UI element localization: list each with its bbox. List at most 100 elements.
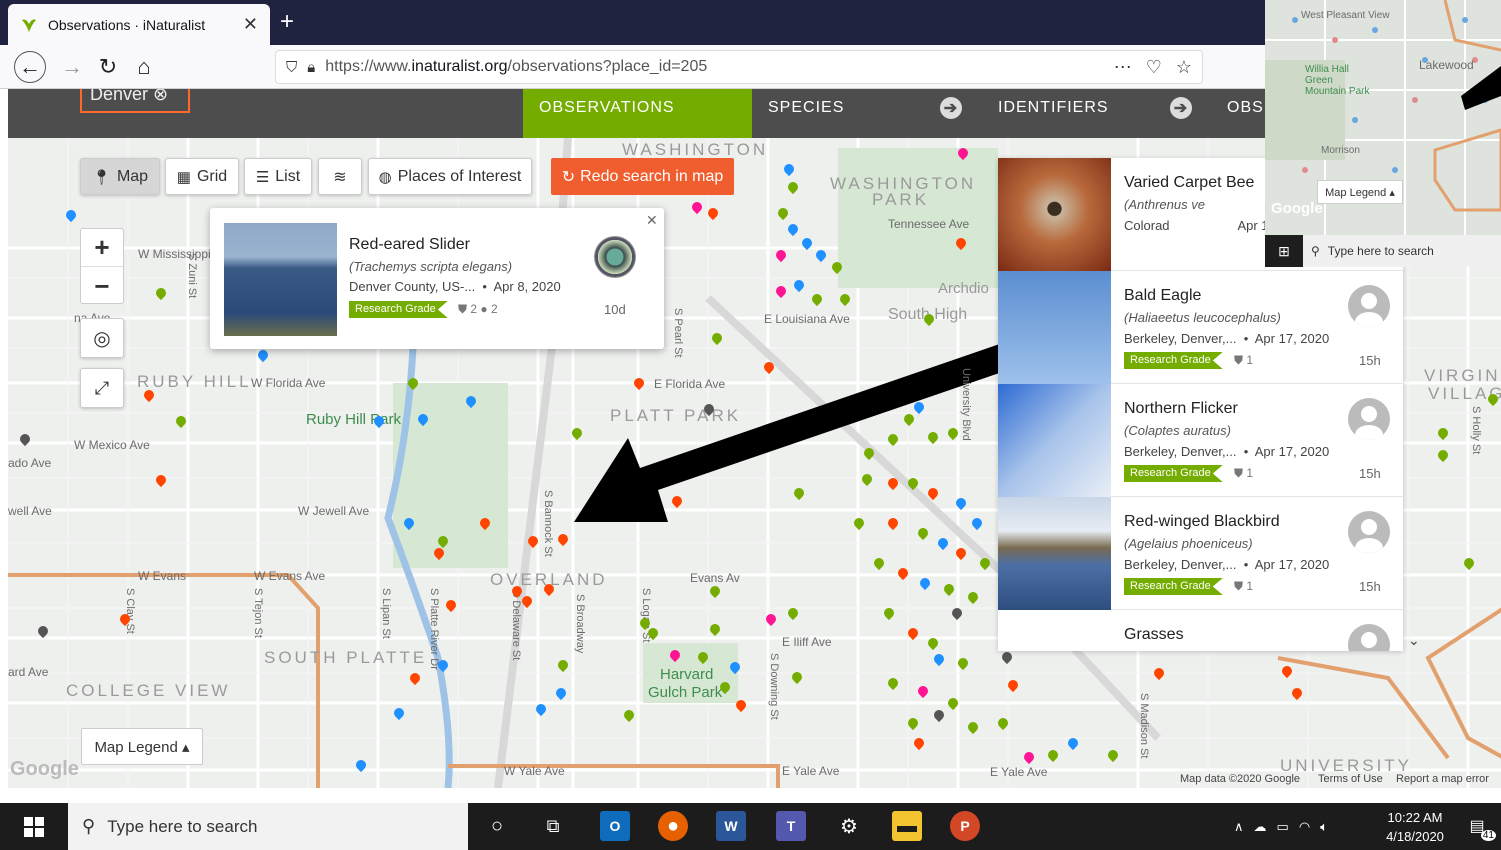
avatar[interactable] bbox=[1348, 511, 1390, 553]
locate-button[interactable]: ◎ bbox=[80, 318, 124, 358]
observation-photo[interactable] bbox=[224, 223, 337, 336]
pocket-icon[interactable]: ♡ bbox=[1146, 57, 1162, 78]
cortana-icon[interactable]: ○ bbox=[482, 811, 512, 841]
back-button[interactable]: ← bbox=[14, 51, 46, 83]
clock[interactable]: 10:22 AM 4/18/2020 bbox=[1370, 808, 1460, 846]
observation-photo[interactable] bbox=[998, 158, 1111, 271]
layers-button[interactable]: ≋ bbox=[318, 158, 362, 195]
shield-icon[interactable]: ⛉ bbox=[286, 59, 297, 76]
label-e-yale-2: E Yale Ave bbox=[990, 765, 1048, 779]
identifiers-arrow-icon[interactable]: ➔ bbox=[1170, 97, 1192, 119]
list-view-button[interactable]: ☰ List bbox=[244, 158, 312, 195]
popup-time-ago: 10d bbox=[604, 302, 626, 317]
list-item[interactable]: Northern Flicker (Colaptes auratus) Berk… bbox=[998, 384, 1403, 497]
thumb-label-west-pleasant-view: West Pleasant View bbox=[1301, 10, 1390, 21]
observation-popup[interactable]: Red-eared Slider (Trachemys scripta eleg… bbox=[210, 208, 664, 349]
label-s-tejon: S Tejon St bbox=[252, 588, 264, 638]
observation-time-ago: 15h bbox=[1359, 353, 1381, 368]
observation-name[interactable]: Varied Carpet Bee bbox=[1124, 174, 1254, 192]
observation-photo[interactable] bbox=[998, 271, 1111, 384]
list-item[interactable]: Bald Eagle (Haliaeetus leucocephalus) Be… bbox=[998, 271, 1403, 384]
reload-button[interactable]: ↻ bbox=[92, 51, 124, 83]
list-scroll-down-icon[interactable]: ⌄ bbox=[1408, 632, 1420, 649]
url-bar[interactable]: ⛉ 🔒︎ https://www. inaturalist.org/observa… bbox=[275, 50, 1203, 84]
show-hidden-icons-icon[interactable]: ∧ bbox=[1234, 819, 1244, 835]
locate-icon: ◎ bbox=[93, 327, 111, 350]
redo-search-button[interactable]: ↻ Redo search in map bbox=[551, 158, 734, 195]
wifi-icon[interactable]: ◠ bbox=[1299, 819, 1310, 835]
label-w-yale: W Yale Ave bbox=[504, 764, 565, 778]
label-s-pearl: S Pearl St bbox=[672, 308, 684, 358]
fullscreen-icon: ⤢ bbox=[94, 377, 110, 398]
popup-close-icon[interactable]: ✕ bbox=[646, 212, 658, 229]
place-remove-icon[interactable]: ⊗ bbox=[153, 89, 168, 104]
label-college-view: COLLEGE VIEW bbox=[66, 681, 231, 700]
popup-place: Denver County, US-... bbox=[349, 279, 476, 294]
map-legend-button[interactable]: Map Legend ▴ bbox=[81, 728, 203, 765]
label-gulch-park: Gulch Park bbox=[648, 684, 723, 701]
map-view-button[interactable]: 📍︎ Map bbox=[80, 158, 160, 195]
research-grade-badge: Research Grade bbox=[1124, 578, 1223, 595]
forward-button[interactable]: → bbox=[56, 51, 88, 83]
settings-gear-icon[interactable]: ⚙ bbox=[834, 811, 864, 841]
zoom-in-button[interactable]: + bbox=[81, 229, 123, 267]
file-explorer-icon[interactable]: ▬ bbox=[892, 811, 922, 841]
word-icon[interactable]: W bbox=[716, 811, 746, 841]
stat-identifiers[interactable]: IDENTIFIERS ➔ bbox=[982, 89, 1200, 138]
battery-icon[interactable]: ▭ bbox=[1277, 819, 1289, 835]
observation-name[interactable]: Grasses bbox=[1124, 626, 1184, 644]
list-item[interactable]: Grasses bbox=[998, 610, 1403, 651]
stat-observers[interactable]: OBS bbox=[1211, 89, 1265, 138]
popup-common-name[interactable]: Red-eared Slider bbox=[349, 236, 470, 254]
fullscreen-button[interactable]: ⤢ bbox=[80, 368, 124, 408]
places-of-interest-label: Places of Interest bbox=[397, 167, 522, 185]
species-arrow-icon[interactable]: ➔ bbox=[940, 97, 962, 119]
place-filter-chip[interactable]: Denver ⊗ bbox=[80, 89, 190, 113]
ids-count: 1 bbox=[1246, 579, 1254, 593]
observation-photo[interactable] bbox=[998, 384, 1111, 497]
zoom-out-button[interactable]: − bbox=[81, 267, 123, 305]
clock-date: 4/18/2020 bbox=[1386, 829, 1444, 844]
list-item[interactable]: Red-winged Blackbird (Agelaius phoeniceu… bbox=[998, 497, 1403, 610]
grid-view-button[interactable]: ▦ Grid bbox=[165, 158, 239, 195]
observation-name[interactable]: Bald Eagle bbox=[1124, 287, 1201, 305]
observation-scientific: (Anthrenus ve bbox=[1124, 197, 1205, 212]
outlook-icon[interactable]: O bbox=[600, 811, 630, 841]
report-map-error-link[interactable]: Report a map error bbox=[1396, 773, 1489, 785]
bookmark-star-icon[interactable]: ☆ bbox=[1176, 57, 1192, 78]
label-w-jewell: W Jewell Ave bbox=[298, 504, 370, 518]
new-tab-button[interactable]: + bbox=[280, 8, 294, 36]
avatar[interactable] bbox=[1348, 398, 1390, 440]
terms-of-use-link[interactable]: Terms of Use bbox=[1318, 773, 1383, 785]
firefox-icon[interactable]: ● bbox=[658, 811, 688, 841]
home-button[interactable]: ⌂ bbox=[128, 51, 160, 83]
stat-species[interactable]: SPECIES ➔ bbox=[752, 89, 964, 138]
stat-observations[interactable]: OBSERVATIONS bbox=[523, 89, 752, 138]
start-button[interactable] bbox=[0, 803, 68, 850]
label-harvard: Harvard bbox=[660, 666, 714, 683]
avatar[interactable] bbox=[1348, 285, 1390, 327]
volume-icon[interactable]: 🔈︎ bbox=[1320, 819, 1328, 835]
tab-close-icon[interactable]: ✕ bbox=[243, 14, 258, 35]
more-actions-icon[interactable]: ⋯ bbox=[1114, 57, 1132, 78]
taskbar-search-box[interactable]: ⚲ Type here to search bbox=[68, 803, 468, 850]
powerpoint-icon[interactable]: P bbox=[950, 811, 980, 841]
task-view-icon[interactable]: ⧉ bbox=[538, 811, 568, 841]
onedrive-icon[interactable]: ☁ bbox=[1254, 819, 1267, 835]
label-s-lipan: S Lipan St bbox=[380, 588, 392, 639]
teams-icon[interactable]: T bbox=[776, 811, 806, 841]
browser-tab[interactable]: Observations · iNaturalist ✕ bbox=[8, 4, 270, 45]
observation-name[interactable]: Red-winged Blackbird bbox=[1124, 513, 1280, 531]
notifications-icon[interactable]: ▤ 41 bbox=[1462, 811, 1496, 841]
places-of-interest-button[interactable]: ◍ Places of Interest bbox=[368, 158, 532, 195]
observer-avatar[interactable] bbox=[594, 236, 636, 278]
avatar[interactable] bbox=[1348, 624, 1390, 651]
popup-comments-count: 2 bbox=[490, 302, 498, 316]
observation-photo[interactable] bbox=[998, 497, 1111, 610]
redo-search-label: Redo search in map bbox=[580, 167, 724, 185]
observation-place-date: Berkeley, Denver,... • Apr 17, 2020 bbox=[1124, 331, 1330, 346]
redo-icon: ↻ bbox=[561, 168, 576, 186]
stat-identifiers-label: IDENTIFIERS bbox=[998, 99, 1109, 116]
observation-name[interactable]: Northern Flicker bbox=[1124, 400, 1238, 418]
thumb-map-legend-button[interactable]: Map Legend ▴ bbox=[1317, 180, 1403, 204]
